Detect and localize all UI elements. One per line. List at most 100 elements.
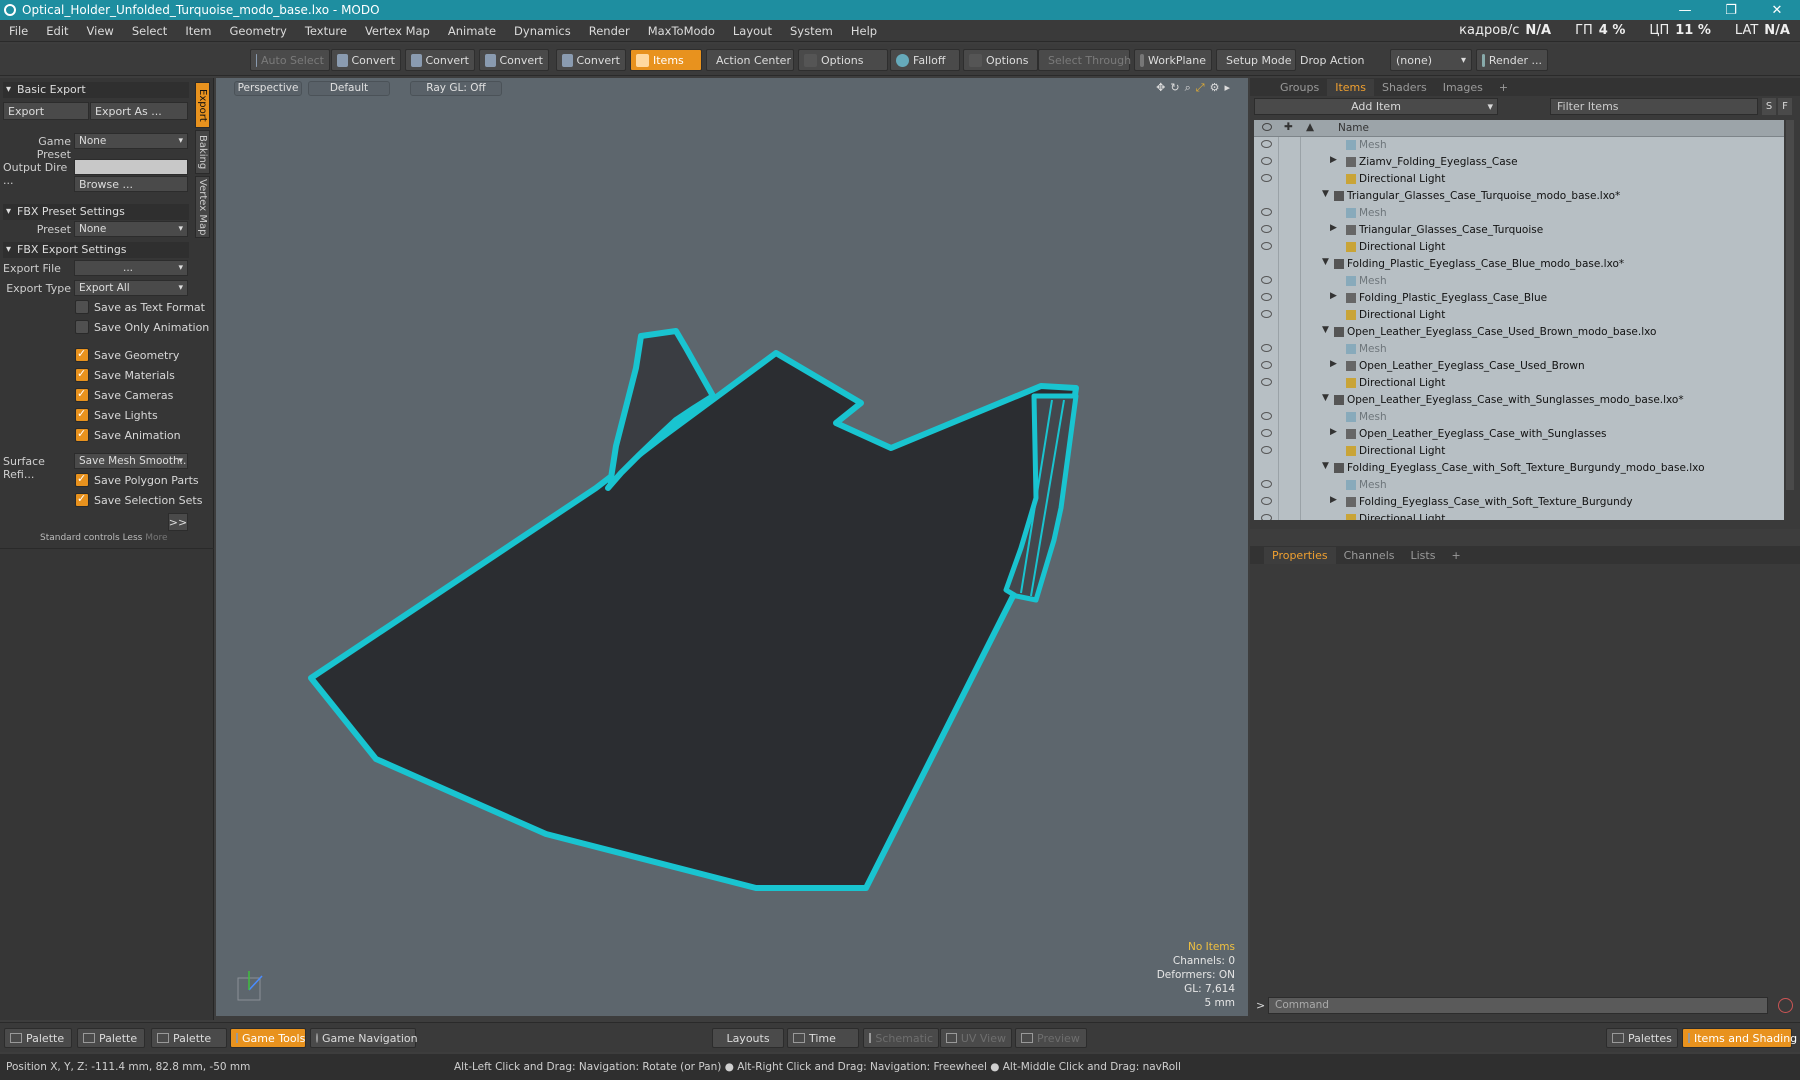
menu-render[interactable]: Render bbox=[580, 24, 639, 38]
visibility-eye-icon[interactable] bbox=[1261, 208, 1272, 216]
visibility-eye-icon[interactable] bbox=[1261, 480, 1272, 488]
items-mode-button[interactable]: Items bbox=[630, 49, 702, 71]
expand-arrow-icon[interactable]: ▶ bbox=[1330, 155, 1337, 165]
convert-button-1[interactable]: Convert bbox=[331, 49, 401, 71]
3d-viewport[interactable]: Perspective Default Ray GL: Off ✥ ↻ ⌕ ⤢ … bbox=[216, 78, 1248, 1016]
add-tab-button[interactable]: + bbox=[1491, 79, 1516, 96]
palette-button-1[interactable]: Palette bbox=[4, 1028, 72, 1048]
expand-arrow-icon[interactable]: ▼ bbox=[1322, 461, 1329, 471]
save-text-format-checkbox[interactable] bbox=[75, 300, 89, 314]
visibility-eye-icon[interactable] bbox=[1261, 497, 1272, 505]
add-tab-button[interactable]: + bbox=[1443, 547, 1468, 564]
tab-groups[interactable]: Groups bbox=[1272, 79, 1327, 96]
surface-refinement-select[interactable]: Save Mesh Smooth... bbox=[74, 453, 188, 469]
save-polygon-parts-checkbox[interactable] bbox=[75, 472, 89, 487]
filter-items-input[interactable]: Filter Items bbox=[1550, 98, 1758, 115]
visibility-eye-icon[interactable] bbox=[1261, 514, 1272, 520]
export-file-select[interactable]: ... bbox=[74, 260, 188, 276]
menu-layout[interactable]: Layout bbox=[724, 24, 781, 38]
item-row-group[interactable]: ▶ Open_Leather_Eyeglass_Case_Used_Brown bbox=[1254, 358, 1784, 375]
item-row-scene[interactable]: ▼ Triangular_Glasses_Case_Turquoise_modo_… bbox=[1254, 188, 1784, 205]
item-list-scrollbar[interactable] bbox=[1786, 120, 1794, 490]
visibility-eye-icon[interactable] bbox=[1261, 242, 1272, 250]
export-type-select[interactable]: Export All bbox=[74, 280, 188, 296]
menu-item[interactable]: Item bbox=[176, 24, 220, 38]
item-list[interactable]: ✚ ▲ Name Mesh ▶ Ziamv_Folding_Eyeglass_Cas… bbox=[1254, 120, 1784, 520]
layouts-button[interactable]: Layouts bbox=[712, 1028, 784, 1048]
visibility-eye-icon[interactable] bbox=[1261, 157, 1272, 165]
visibility-eye-icon[interactable] bbox=[1261, 140, 1272, 148]
item-row-mesh[interactable]: Mesh bbox=[1254, 137, 1784, 154]
visibility-eye-icon[interactable] bbox=[1261, 412, 1272, 420]
record-icon[interactable] bbox=[1778, 998, 1793, 1013]
schematic-button[interactable]: Schematic bbox=[863, 1028, 939, 1048]
item-row-light[interactable]: Directional Light bbox=[1254, 307, 1784, 324]
action-center-options-button[interactable]: Options bbox=[798, 49, 888, 71]
save-lights-checkbox[interactable] bbox=[75, 407, 89, 422]
setup-mode-button[interactable]: Setup Mode bbox=[1216, 49, 1296, 71]
export-button[interactable]: Export bbox=[3, 102, 89, 120]
menu-select[interactable]: Select bbox=[123, 24, 176, 38]
time-button[interactable]: Time bbox=[787, 1028, 859, 1048]
expand-arrow-icon[interactable]: ▼ bbox=[1322, 189, 1329, 199]
save-only-animation-checkbox[interactable] bbox=[75, 320, 89, 334]
menu-animate[interactable]: Animate bbox=[439, 24, 505, 38]
export-as-button[interactable]: Export As ... bbox=[90, 102, 188, 120]
menu-system[interactable]: System bbox=[781, 24, 842, 38]
falloff-button[interactable]: Falloff bbox=[890, 49, 960, 71]
item-row-mesh[interactable]: Mesh bbox=[1254, 205, 1784, 222]
menu-dynamics[interactable]: Dynamics bbox=[505, 24, 580, 38]
expand-arrow-icon[interactable]: ▼ bbox=[1322, 257, 1329, 267]
falloff-options-button[interactable]: Options bbox=[963, 49, 1038, 71]
more-link[interactable]: More bbox=[145, 533, 167, 543]
palette-button-2[interactable]: Palette bbox=[77, 1028, 145, 1048]
auto-select-button[interactable]: Auto Select bbox=[250, 49, 330, 71]
basic-export-header[interactable]: Basic Export bbox=[3, 82, 189, 98]
visibility-eye-icon[interactable] bbox=[1261, 276, 1272, 284]
visibility-eye-icon[interactable] bbox=[1261, 293, 1272, 301]
expand-arrow-icon[interactable]: ▶ bbox=[1330, 495, 1337, 505]
items-and-shading-button[interactable]: Items and Shading bbox=[1682, 1028, 1797, 1048]
item-row-light[interactable]: Directional Light bbox=[1254, 239, 1784, 256]
select-through-button[interactable]: Select Through bbox=[1038, 49, 1131, 71]
save-materials-checkbox[interactable] bbox=[75, 367, 89, 382]
optical-holder-mesh[interactable] bbox=[308, 328, 1079, 891]
item-row-light[interactable]: Directional Light bbox=[1254, 443, 1784, 460]
tab-channels[interactable]: Channels bbox=[1336, 547, 1403, 564]
game-tools-button[interactable]: Game Tools bbox=[230, 1028, 306, 1048]
item-row-light[interactable]: Directional Light bbox=[1254, 511, 1784, 520]
fbx-export-header[interactable]: FBX Export Settings bbox=[3, 242, 189, 258]
convert-button-4[interactable]: Convert bbox=[556, 49, 626, 71]
menu-file[interactable]: File bbox=[0, 24, 37, 38]
output-dir-field[interactable] bbox=[74, 159, 188, 175]
menu-texture[interactable]: Texture bbox=[296, 24, 356, 38]
maximize-button[interactable]: ❐ bbox=[1708, 3, 1754, 18]
expand-arrow-icon[interactable]: ▶ bbox=[1330, 223, 1337, 233]
tab-items[interactable]: Items bbox=[1327, 79, 1375, 96]
item-row-mesh[interactable]: Mesh bbox=[1254, 273, 1784, 290]
browse-button[interactable]: Browse ... bbox=[74, 176, 188, 192]
item-row-light[interactable]: Directional Light bbox=[1254, 171, 1784, 188]
expand-arrow-icon[interactable]: ▶ bbox=[1330, 291, 1337, 301]
menu-help[interactable]: Help bbox=[842, 24, 886, 38]
item-row-mesh[interactable]: Mesh bbox=[1254, 477, 1784, 494]
tab-images[interactable]: Images bbox=[1435, 79, 1491, 96]
tab-vertex-map[interactable]: Vertex Map bbox=[195, 176, 210, 238]
add-item-button[interactable]: Add Item ▾ bbox=[1254, 98, 1498, 115]
preview-button[interactable]: Preview bbox=[1015, 1028, 1087, 1048]
expand-arrow-icon[interactable]: ▶ bbox=[1330, 427, 1337, 437]
filter-f-button[interactable]: F bbox=[1778, 98, 1792, 115]
visibility-eye-icon[interactable] bbox=[1261, 310, 1272, 318]
workplane-button[interactable]: WorkPlane bbox=[1134, 49, 1212, 71]
minimize-button[interactable]: — bbox=[1662, 3, 1708, 18]
expand-arrow-icon[interactable]: ▼ bbox=[1322, 393, 1329, 403]
item-row-group[interactable]: ▶ Triangular_Glasses_Case_Turquoise bbox=[1254, 222, 1784, 239]
uv-view-button[interactable]: UV View bbox=[940, 1028, 1012, 1048]
tab-baking[interactable]: Baking bbox=[195, 130, 210, 174]
item-row-scene[interactable]: ▼ Folding_Eyeglass_Case_with_Soft_Texture… bbox=[1254, 460, 1784, 477]
expand-arrow-icon[interactable]: ▶ bbox=[1330, 359, 1337, 369]
item-row-scene[interactable]: ▼ Open_Leather_Eyeglass_Case_with_Sunglas… bbox=[1254, 392, 1784, 409]
menu-edit[interactable]: Edit bbox=[37, 24, 77, 38]
save-selection-sets-checkbox[interactable] bbox=[75, 492, 89, 507]
tab-lists[interactable]: Lists bbox=[1403, 547, 1444, 564]
